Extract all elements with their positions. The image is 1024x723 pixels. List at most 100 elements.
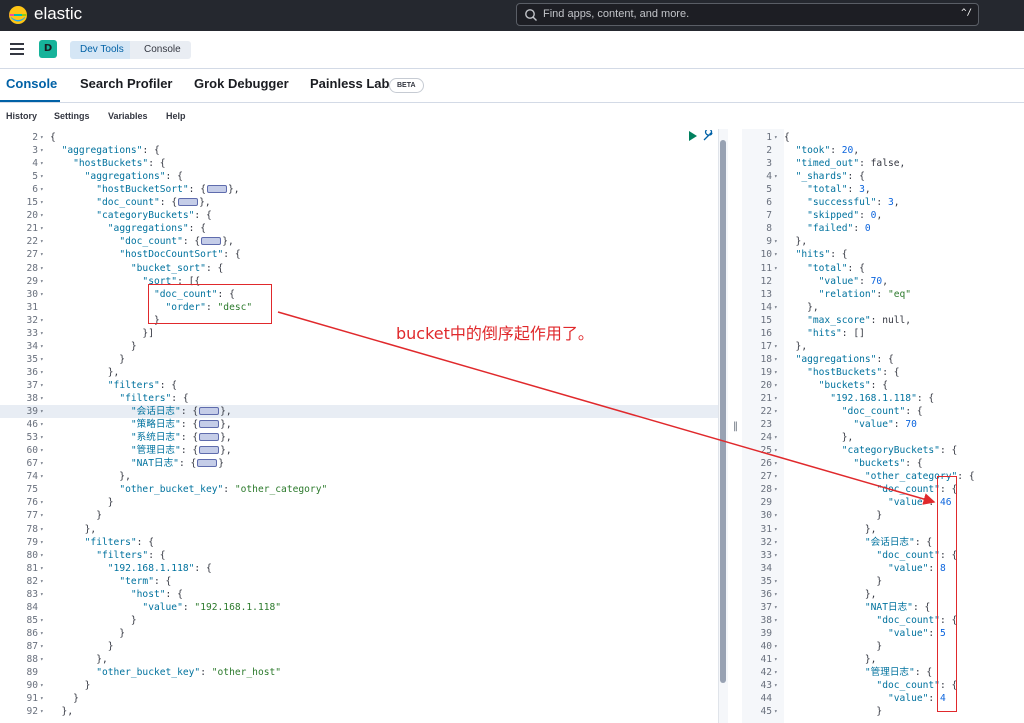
fold-toggle-icon[interactable]: ▾ — [774, 353, 778, 366]
fold-toggle-icon[interactable]: ▾ — [40, 209, 44, 222]
line-number: 23 — [760, 419, 772, 431]
fold-toggle-icon[interactable]: ▾ — [40, 366, 44, 379]
fold-toggle-icon[interactable]: ▾ — [40, 679, 44, 692]
fold-toggle-icon[interactable]: ▾ — [774, 340, 778, 353]
fold-toggle-icon[interactable]: ▾ — [774, 262, 778, 275]
fold-toggle-icon[interactable]: ▾ — [40, 575, 44, 588]
menu-help[interactable]: Help — [166, 111, 186, 121]
fold-toggle-icon[interactable]: ▾ — [40, 157, 44, 170]
elastic-logo-icon[interactable] — [8, 5, 28, 25]
fold-toggle-icon[interactable]: ▾ — [40, 405, 44, 418]
fold-toggle-icon[interactable]: ▾ — [774, 366, 778, 379]
fold-toggle-icon[interactable]: ▾ — [774, 379, 778, 392]
menu-history[interactable]: History — [6, 111, 37, 121]
brand-name[interactable]: elastic — [34, 4, 82, 24]
fold-toggle-icon[interactable]: ▾ — [40, 653, 44, 666]
fold-toggle-icon[interactable]: ▾ — [774, 666, 778, 679]
fold-toggle-icon[interactable]: ▾ — [774, 614, 778, 627]
top-header: elastic Find apps, content, and more. ^/ — [0, 0, 1024, 31]
fold-toggle-icon[interactable]: ▾ — [40, 705, 44, 718]
fold-toggle-icon[interactable]: ▾ — [40, 353, 44, 366]
code-text: "会话日志": {}, — [130, 406, 232, 418]
fold-toggle-icon[interactable]: ▾ — [40, 248, 44, 261]
fold-toggle-icon[interactable]: ▾ — [40, 379, 44, 392]
fold-toggle-icon[interactable]: ▾ — [40, 144, 44, 157]
request-scrollbar-thumb[interactable] — [720, 140, 726, 683]
fold-toggle-icon[interactable]: ▾ — [774, 457, 778, 470]
fold-toggle-icon[interactable]: ▾ — [774, 575, 778, 588]
menu-settings[interactable]: Settings — [54, 111, 90, 121]
fold-toggle-icon[interactable]: ▾ — [774, 509, 778, 522]
fold-toggle-icon[interactable]: ▾ — [774, 523, 778, 536]
fold-toggle-icon[interactable]: ▾ — [40, 640, 44, 653]
fold-toggle-icon[interactable]: ▾ — [40, 614, 44, 627]
fold-toggle-icon[interactable]: ▾ — [774, 470, 778, 483]
tab-painless-lab[interactable]: Painless Lab — [310, 76, 389, 91]
fold-toggle-icon[interactable]: ▾ — [40, 457, 44, 470]
fold-toggle-icon[interactable]: ▾ — [40, 327, 44, 340]
fold-toggle-icon[interactable]: ▾ — [40, 275, 44, 288]
fold-toggle-icon[interactable]: ▾ — [40, 536, 44, 549]
fold-toggle-icon[interactable]: ▾ — [774, 653, 778, 666]
fold-toggle-icon[interactable]: ▾ — [40, 496, 44, 509]
fold-toggle-icon[interactable]: ▾ — [40, 340, 44, 353]
fold-toggle-icon[interactable]: ▾ — [40, 627, 44, 640]
code-line: 88 ▾ }, — [0, 653, 718, 666]
fold-toggle-icon[interactable]: ▾ — [774, 679, 778, 692]
fold-toggle-icon[interactable]: ▾ — [774, 705, 778, 718]
fold-toggle-icon[interactable]: ▾ — [40, 444, 44, 457]
run-request-icon[interactable] — [689, 131, 697, 141]
fold-toggle-icon[interactable]: ▾ — [40, 314, 44, 327]
tab-console[interactable]: Console — [6, 76, 57, 91]
fold-toggle-icon[interactable]: ▾ — [774, 431, 778, 444]
fold-toggle-icon[interactable]: ▾ — [40, 523, 44, 536]
request-editor[interactable]: 2 ▾{3 ▾ "aggregations": {4 ▾ "hostBuckets":… — [0, 129, 718, 723]
code-line: 41 ▾ }, — [742, 653, 1024, 666]
tab-grok-debugger[interactable]: Grok Debugger — [194, 76, 289, 91]
folded-block-icon — [199, 433, 220, 442]
fold-toggle-icon[interactable]: ▾ — [40, 549, 44, 562]
breadcrumb-dev-tools[interactable]: Dev Tools — [70, 41, 136, 59]
space-avatar[interactable]: D — [39, 40, 57, 58]
fold-toggle-icon[interactable]: ▾ — [774, 248, 778, 261]
global-search-input[interactable]: Find apps, content, and more. ^/ — [516, 3, 979, 26]
fold-toggle-icon[interactable]: ▾ — [40, 131, 44, 144]
fold-toggle-icon[interactable]: ▾ — [774, 235, 778, 248]
line-number: 21 — [760, 393, 772, 404]
fold-toggle-icon[interactable]: ▾ — [40, 235, 44, 248]
fold-toggle-icon[interactable]: ▾ — [774, 601, 778, 614]
line-number: 19 — [760, 366, 772, 378]
menu-toggle-icon[interactable] — [10, 43, 24, 55]
line-number: 2 — [766, 145, 772, 157]
fold-toggle-icon[interactable]: ▾ — [40, 470, 44, 483]
fold-toggle-icon[interactable]: ▾ — [40, 170, 44, 183]
fold-toggle-icon[interactable]: ▾ — [40, 288, 44, 301]
fold-toggle-icon[interactable]: ▾ — [774, 301, 778, 314]
fold-toggle-icon[interactable]: ▾ — [40, 509, 44, 522]
fold-toggle-icon[interactable]: ▾ — [774, 405, 778, 418]
wrench-icon[interactable] — [702, 130, 714, 142]
fold-toggle-icon[interactable]: ▾ — [40, 262, 44, 275]
fold-toggle-icon[interactable]: ▾ — [774, 392, 778, 405]
fold-toggle-icon[interactable]: ▾ — [774, 444, 778, 457]
fold-toggle-icon[interactable]: ▾ — [774, 588, 778, 601]
fold-toggle-icon[interactable]: ▾ — [40, 183, 44, 196]
fold-toggle-icon[interactable]: ▾ — [774, 640, 778, 653]
fold-toggle-icon[interactable]: ▾ — [40, 392, 44, 405]
fold-toggle-icon[interactable]: ▾ — [40, 418, 44, 431]
fold-toggle-icon[interactable]: ▾ — [774, 170, 778, 183]
tab-search-profiler[interactable]: Search Profiler — [80, 76, 173, 91]
fold-toggle-icon[interactable]: ▾ — [40, 222, 44, 235]
menu-variables[interactable]: Variables — [108, 111, 148, 121]
fold-toggle-icon[interactable]: ▾ — [774, 131, 778, 144]
pane-resize-handle[interactable]: ‖ — [733, 421, 738, 432]
fold-toggle-icon[interactable]: ▾ — [774, 549, 778, 562]
fold-toggle-icon[interactable]: ▾ — [774, 536, 778, 549]
fold-toggle-icon[interactable]: ▾ — [40, 562, 44, 575]
fold-toggle-icon[interactable]: ▾ — [774, 483, 778, 496]
fold-toggle-icon[interactable]: ▾ — [40, 431, 44, 444]
fold-toggle-icon[interactable]: ▾ — [40, 588, 44, 601]
fold-toggle-icon[interactable]: ▾ — [40, 196, 44, 209]
fold-toggle-icon[interactable]: ▾ — [40, 692, 44, 705]
line-number: 75 — [26, 484, 38, 496]
